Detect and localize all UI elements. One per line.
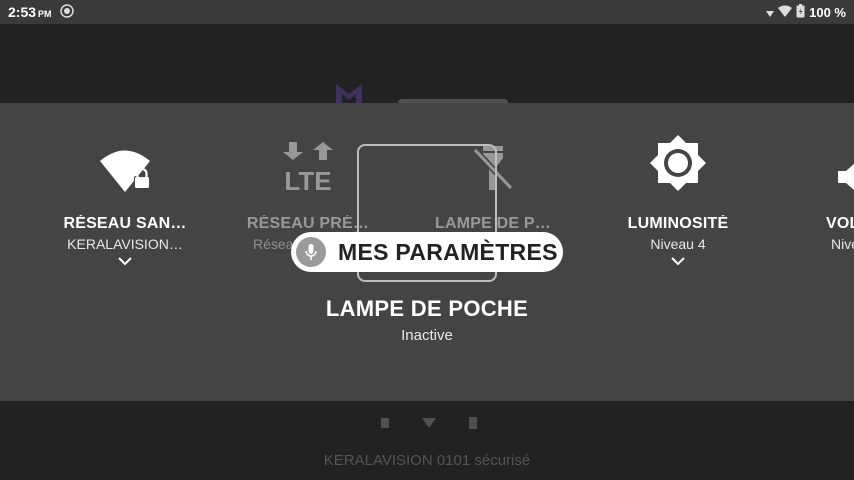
clock: 2:53 PM	[8, 4, 52, 20]
wifi-icon	[778, 5, 793, 20]
svg-text:LTE: LTE	[284, 166, 331, 192]
voice-command-pill[interactable]: MES PARAMÈTRES	[291, 232, 563, 272]
status-bar: 2:53 PM 100 %	[0, 0, 854, 24]
tile-subtitle: Nive	[831, 236, 854, 252]
tile-title: RÉSEAU SAN…	[63, 215, 187, 232]
chevron-down-icon[interactable]	[50, 256, 200, 266]
focused-tile-status: Inactive	[401, 327, 453, 344]
voice-command-label: MES PARAMÈTRES	[338, 238, 558, 265]
focused-tile-title: LAMPE DE POCHE	[325, 296, 529, 321]
brightness-icon	[649, 134, 707, 197]
tile-volume[interactable]: VOL Nive	[795, 145, 854, 252]
notification-icon	[59, 3, 74, 21]
network-status-text: KERALAVISION 0101 sécurisé	[323, 452, 531, 469]
tile-title: VOL	[826, 215, 854, 232]
tile-title: LUMINOSITÉ	[627, 215, 729, 232]
tile-wifi[interactable]: RÉSEAU SAN… KERALAVISION…	[50, 145, 200, 266]
chevron-down-icon[interactable]	[603, 256, 753, 266]
mic-icon	[296, 237, 326, 267]
tile-brightness[interactable]: LUMINOSITÉ Niveau 4	[603, 135, 753, 266]
signal-icon	[766, 5, 775, 20]
background-icons	[378, 416, 480, 430]
lte-data-icon: LTE	[281, 140, 335, 197]
volume-icon	[838, 162, 854, 197]
wifi-lock-icon	[98, 148, 152, 197]
tile-subtitle: KERALAVISION…	[67, 236, 183, 252]
battery-icon	[796, 3, 805, 21]
battery-level: 100 %	[809, 4, 846, 20]
tile-subtitle: Niveau 4	[650, 236, 706, 252]
